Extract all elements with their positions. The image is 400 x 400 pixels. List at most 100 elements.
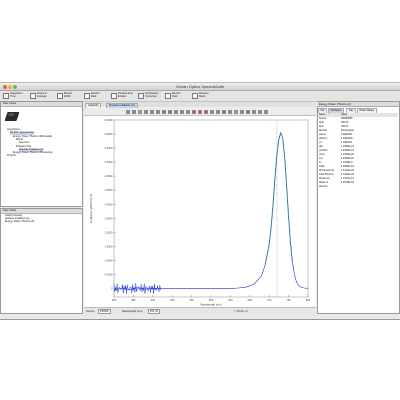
results-row: µJ 4.16E0011: [318, 141, 398, 145]
results-value: 1.2100E+00: [341, 153, 354, 156]
results-row: Photons/s 1.2117E+14: [318, 177, 398, 181]
convert-icon[interactable]: [210, 109, 214, 114]
results-key: Peak: [319, 165, 325, 168]
chart-toolbar: [84, 108, 316, 116]
source-select[interactable]: FRR58: [98, 308, 111, 314]
results-key: µmol: [319, 153, 325, 156]
y-tick-label: 4.0000: [105, 174, 113, 178]
y-tick-label: 4.5000: [105, 160, 113, 164]
reset-zoom-icon[interactable]: [150, 109, 154, 114]
y-tick-label: 6.0000: [105, 118, 113, 122]
wavelength-readout[interactable]: 251.91: [148, 308, 161, 314]
print-icon[interactable]: [186, 109, 190, 114]
data-view-item[interactable]: Energy, Power, Photons (A): [1, 220, 82, 224]
results-value: Rectangular: [341, 129, 354, 132]
results-row: Moles of photons 4.4518E+00: [318, 181, 398, 188]
data-views-panel: Data Views Graph (Overlay) Absolute Irrad…: [0, 208, 83, 314]
results-value: 4.82E0011: [341, 133, 353, 136]
cursor-icon[interactable]: [156, 109, 160, 114]
toolbar-button-label: Integration Time: [10, 92, 23, 98]
x-tick-label: 450: [170, 298, 175, 302]
results-key: Name: [319, 113, 326, 116]
results-row: µW/cm² 4.21E0005: [318, 137, 398, 141]
nonlinearity-icon: [138, 93, 144, 99]
pan-icon[interactable]: [144, 109, 148, 114]
results-key: µW/cm²: [319, 137, 328, 140]
x-tick-label: 800: [306, 298, 311, 302]
results-value: FRR58855: [341, 117, 353, 120]
dark-toggle-icon: [165, 93, 171, 99]
spectrum-graph[interactable]: 0 0.5000 1.0000 1.5000 2.0000 2.5000 3.0000 3.5…: [84, 116, 316, 309]
tree-node[interactable]: Projects: [7, 155, 16, 158]
toolbar-button[interactable]: Integration Time: [3, 92, 24, 100]
results-key: µJ: [319, 141, 322, 144]
x-tick-label: 750: [286, 298, 291, 302]
acquisitions-panel-title: Data Views: [1, 102, 82, 107]
y-tick-label: 3.0000: [105, 202, 113, 206]
x-tick-label: 700: [267, 298, 272, 302]
acquisitions-panel: Data Views Acquisitions SF-002 / Spectrom…: [0, 101, 83, 207]
y-tick-label: 0: [111, 287, 113, 291]
results-key: Start: [319, 121, 325, 124]
color-icon[interactable]: [246, 109, 250, 114]
overlay-icon[interactable]: [192, 109, 196, 114]
results-row: lm 1.1230E+0: [318, 161, 398, 165]
toolbar-button-label: Scans to Average: [37, 92, 48, 98]
copy-icon[interactable]: [174, 109, 178, 114]
results-row: µmol 1.2100E+00: [318, 153, 398, 157]
toolbar-button[interactable]: Electric Dark: [84, 92, 105, 100]
results-row: Name Value: [318, 113, 398, 117]
toolbar-button[interactable]: Scans to Average: [30, 92, 51, 100]
toolbar-button[interactable]: Electric Dark: [165, 92, 186, 100]
save-icon[interactable]: [180, 109, 184, 114]
results-value: 1.2280E+01: [341, 145, 354, 148]
wavelength-readout-label: Wavelength (nm): [122, 309, 143, 313]
annotate-icon[interactable]: [252, 109, 256, 114]
results-key: µmol/m²: [319, 149, 328, 152]
electric-dark-icon: [84, 93, 90, 99]
boxcar-width-icon: [57, 93, 63, 99]
reverse-mode-icon: [192, 93, 198, 99]
results-value: 1.1230E+0: [341, 161, 353, 164]
x-axis-label: Wavelength (nm): [200, 303, 221, 307]
y-tick-label: 5.5000: [105, 132, 113, 136]
results-key: Method: [319, 129, 327, 132]
marker-icon[interactable]: [204, 109, 208, 114]
tree-node[interactable]: Energy, Power, Photons (Processing): [13, 151, 53, 155]
y-tick-label: 1.5000: [105, 244, 113, 248]
results-row: µW 1.2280E+01: [318, 145, 398, 149]
info-icon[interactable]: [264, 109, 268, 114]
toolbar-button-label: Electric Dark: [172, 92, 181, 98]
y-axis-label: Irradiance (µW/cm²/nm): [89, 194, 93, 223]
results-key: Lux: [319, 157, 323, 160]
help-icon[interactable]: [240, 109, 244, 114]
toolbar-button[interactable]: Boxcar Width: [57, 92, 78, 100]
settings-icon[interactable]: [216, 109, 220, 114]
grid-icon[interactable]: [228, 109, 232, 114]
title-bar: Ocean Optics SpectraSuite: [0, 83, 400, 91]
toolbar-button[interactable]: Strobe/Lamp Enable: [111, 92, 133, 100]
y-tick-label: 2.0000: [105, 230, 113, 234]
x-tick-label: 400: [151, 298, 156, 302]
results-key: Moles of photons: [319, 181, 329, 188]
ruler-icon[interactable]: [258, 109, 262, 114]
results-row: µmol/m² 3.2490E+01: [318, 149, 398, 153]
toolbar-button-label: Reverse Mode: [199, 92, 209, 98]
zoom-in-icon[interactable]: [126, 109, 130, 114]
results-key: Source: [319, 117, 327, 120]
toolbar-button[interactable]: Nonlinearity Correction: [138, 92, 159, 100]
x-tick-label: 500: [189, 298, 194, 302]
spectrum-chart[interactable]: 0 0.5000 1.0000 1.5000 2.0000 2.5000 3.0000 3.5…: [84, 116, 316, 307]
export-icon[interactable]: [234, 109, 238, 114]
legend-icon[interactable]: [222, 109, 226, 114]
results-row: Photons/cm²/s 1.6121E+03: [318, 169, 398, 173]
scale-x-icon[interactable]: [168, 109, 172, 114]
graph-status-bar: Source FRR58 Wavelength (nm) 251.91 1.48…: [84, 307, 316, 314]
zoom-out-icon[interactable]: [132, 109, 136, 114]
toolbar-button[interactable]: Reverse Mode: [192, 92, 213, 100]
graph-tabs: Graph(A) Absolute Irradiance (A): [84, 102, 316, 109]
peak-icon[interactable]: [198, 109, 202, 114]
zoom-box-icon[interactable]: [138, 109, 142, 114]
scale-y-icon[interactable]: [162, 109, 166, 114]
results-value: 3.2490E+01: [341, 149, 354, 152]
